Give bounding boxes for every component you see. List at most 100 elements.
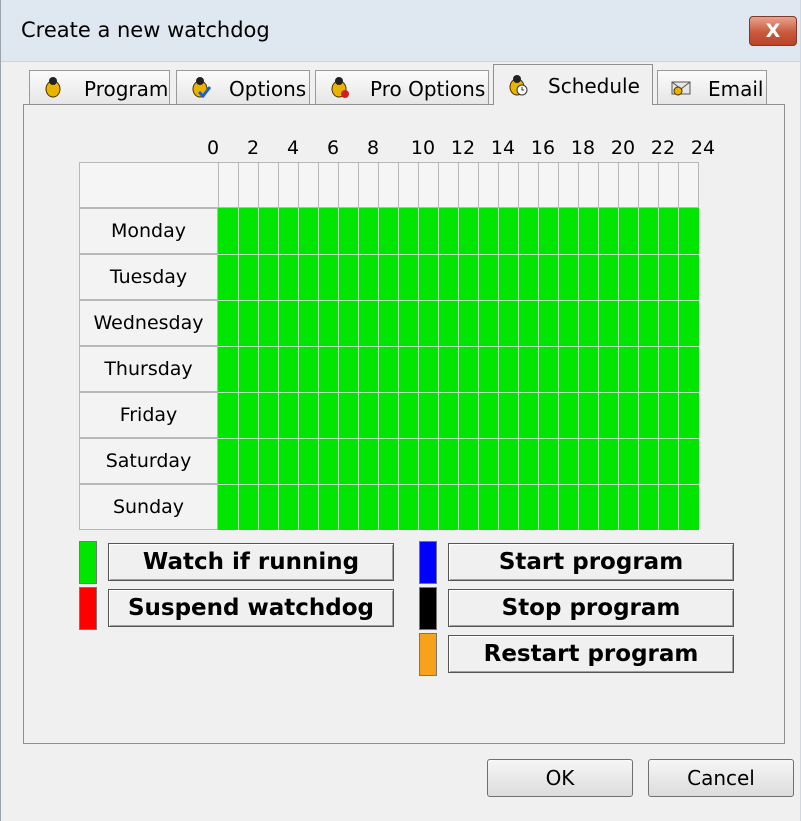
close-button[interactable]: X (749, 16, 797, 46)
hour-label: 6 (326, 137, 340, 159)
hour-column-header (578, 162, 598, 208)
tab-options[interactable]: Options (176, 70, 310, 104)
watch-color-swatch (79, 541, 97, 584)
hour-column-header (318, 162, 338, 208)
hour-column-header (238, 162, 258, 208)
title-bar: Create a new watchdog X (1, 0, 801, 62)
start-program-button[interactable]: Start program (448, 543, 734, 581)
tab-label: Schedule (548, 74, 640, 98)
hour-label: 20 (610, 137, 636, 159)
grid-column-line (538, 208, 539, 530)
hour-label: 22 (650, 137, 676, 159)
hour-column-header (398, 162, 418, 208)
grid-column-line (638, 208, 639, 530)
grid-column-line (658, 208, 659, 530)
suspend-watchdog-button[interactable]: Suspend watchdog (108, 589, 394, 627)
hour-column-header (378, 162, 398, 208)
bug-clock-icon (509, 75, 528, 96)
hour-column-header (358, 162, 378, 208)
grid-column-line (238, 208, 239, 530)
grid-column-line (278, 208, 279, 530)
grid-column-line (418, 208, 419, 530)
hour-column-header (518, 162, 538, 208)
grid-column-line (518, 208, 519, 530)
grid-column-line (298, 208, 299, 530)
hour-label: 10 (410, 137, 436, 159)
window-title: Create a new watchdog (21, 18, 270, 42)
day-label-friday: Friday (79, 392, 218, 438)
grid-column-line (358, 208, 359, 530)
hour-label: 14 (490, 137, 516, 159)
hour-column-header (538, 162, 558, 208)
grid-column-line (458, 208, 459, 530)
tab-pro-options[interactable]: Pro Options (315, 70, 489, 104)
hour-column-header (438, 162, 458, 208)
hour-label: 4 (286, 137, 300, 159)
hour-label: 12 (450, 137, 476, 159)
grid-column-line (478, 208, 479, 530)
bug-check-icon (192, 77, 211, 98)
grid-column-line (318, 208, 319, 530)
hour-label: 0 (206, 137, 220, 159)
tab-label: Options (229, 77, 307, 101)
hour-column-header (598, 162, 618, 208)
hour-column-header (278, 162, 298, 208)
tab-label: Pro Options (370, 77, 486, 101)
watch-if-running-button[interactable]: Watch if running (108, 543, 394, 581)
hour-column-header (618, 162, 638, 208)
grid-row-line (218, 438, 699, 439)
grid-row-line (218, 254, 699, 255)
hour-column-header (338, 162, 358, 208)
hour-column-header (418, 162, 438, 208)
stop-program-button[interactable]: Stop program (448, 589, 734, 627)
grid-column-line (258, 208, 259, 530)
grid-column-line (378, 208, 379, 530)
grid-column-line (558, 208, 559, 530)
hour-label: 8 (366, 137, 380, 159)
grid-column-line (618, 208, 619, 530)
grid-row-line (218, 300, 699, 301)
hour-column-header (638, 162, 658, 208)
grid-row-line (218, 484, 699, 485)
hour-column-header (458, 162, 478, 208)
day-label-saturday: Saturday (79, 438, 218, 484)
tab-schedule[interactable]: Schedule (493, 64, 653, 105)
hour-label: 16 (530, 137, 556, 159)
hour-column-header (498, 162, 518, 208)
hour-column-header (218, 162, 238, 208)
day-label-wednesday: Wednesday (79, 300, 218, 346)
day-label-tuesday: Tuesday (79, 254, 218, 300)
restart-program-button[interactable]: Restart program (448, 635, 734, 673)
grid-column-line (398, 208, 399, 530)
hour-label: 24 (690, 137, 716, 159)
email-icon (671, 81, 691, 96)
day-label-monday: Monday (79, 208, 218, 254)
hour-column-header (478, 162, 498, 208)
hour-label: 18 (570, 137, 596, 159)
grid-column-line (578, 208, 579, 530)
ok-button[interactable]: OK (487, 759, 633, 797)
grid-row-line (218, 346, 699, 347)
grid-column-line (498, 208, 499, 530)
hour-column-header (658, 162, 678, 208)
hour-column-header (258, 162, 278, 208)
bug-icon (45, 77, 61, 98)
tab-label: Email (708, 77, 764, 101)
dialog-window: Create a new watchdog X Program Options … (0, 0, 801, 821)
day-label-sunday: Sunday (79, 484, 218, 530)
hour-label: 2 (246, 137, 260, 159)
tab-email[interactable]: Email (657, 70, 767, 104)
start-color-swatch (419, 541, 437, 584)
hour-column-header (558, 162, 578, 208)
close-icon: X (765, 20, 781, 42)
tab-program[interactable]: Program (29, 70, 170, 104)
stop-color-swatch (419, 587, 437, 630)
grid-column-line (598, 208, 599, 530)
grid-column-line (438, 208, 439, 530)
grid-column-line (338, 208, 339, 530)
cancel-button[interactable]: Cancel (648, 759, 794, 797)
hour-column-header (298, 162, 318, 208)
restart-color-swatch (419, 633, 437, 676)
tab-label: Program (84, 77, 169, 101)
hour-column-header (678, 162, 698, 208)
